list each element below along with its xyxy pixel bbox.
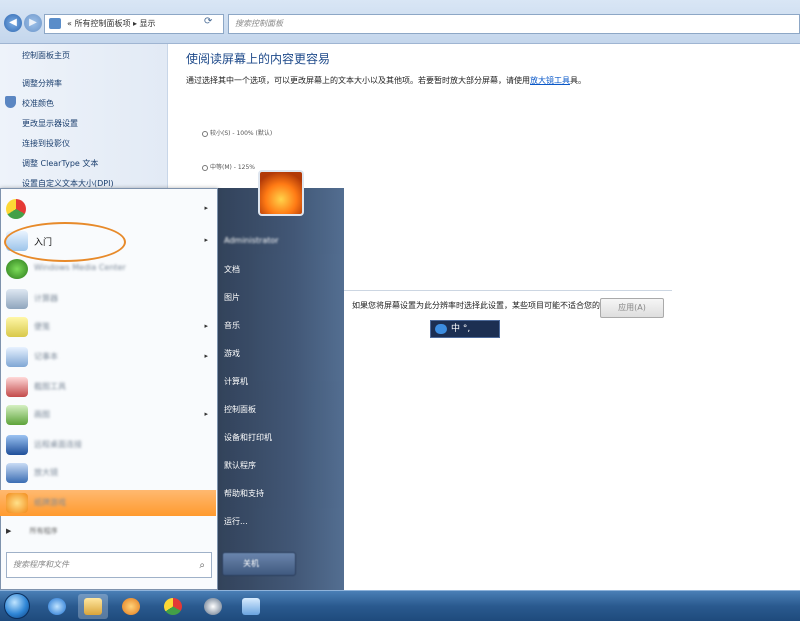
start-item-remote-desktop[interactable]: 远程桌面连接 — [0, 432, 216, 458]
place-documents[interactable]: 文档 — [224, 264, 240, 275]
explorer-icon[interactable] — [78, 594, 108, 619]
submenu-arrow-icon: ▸ — [204, 352, 208, 360]
start-item-0[interactable]: ▸ — [0, 196, 216, 222]
submenu-arrow-icon: ▸ — [204, 204, 208, 212]
breadcrumb[interactable]: « 所有控制面板项 ▸ 显示 — [44, 14, 224, 34]
option-medium[interactable]: 中等(M) - 125% — [202, 162, 255, 171]
submenu-arrow-icon: ▸ — [204, 322, 208, 330]
place-pictures[interactable]: 图片 — [224, 292, 240, 303]
place-games[interactable]: 游戏 — [224, 348, 240, 359]
start-search-input[interactable]: 搜索程序和文件 ⌕ — [6, 552, 212, 578]
warning-text: 如果您将屏幕设置为此分辨率时选择此设置，某些项目可能不适合您的屏幕。 — [352, 301, 624, 310]
media-center-icon — [6, 259, 28, 279]
start-item-sticky-notes[interactable]: 便笺 ▸ — [0, 314, 216, 340]
divider — [342, 290, 672, 291]
start-item-paint[interactable]: 画图 ▸ — [0, 402, 216, 428]
paint-icon — [6, 405, 28, 425]
resolution-link[interactable]: 调整分辨率 — [22, 78, 62, 89]
start-item-calculator[interactable]: 计算器 — [0, 286, 216, 312]
page-title: 使阅读屏幕上的内容更容易 — [186, 52, 331, 66]
place-run[interactable]: 运行... — [224, 516, 248, 527]
remote-desktop-icon — [6, 435, 28, 455]
place-music[interactable]: 音乐 — [224, 320, 240, 331]
ime-bar[interactable]: 中 °, — [430, 320, 500, 338]
search-input[interactable]: 搜索控制面板 — [228, 14, 800, 34]
control-panel-icon — [49, 18, 61, 29]
magnifier-icon — [6, 463, 28, 483]
solitaire-icon — [6, 493, 28, 513]
search-icon: ⌕ — [199, 560, 205, 571]
start-item-snipping-tool[interactable]: 截图工具 — [0, 374, 216, 400]
media-player-icon[interactable] — [116, 594, 146, 619]
start-item-solitaire[interactable]: 纸牌游戏 — [0, 490, 216, 516]
ie-icon[interactable] — [42, 594, 72, 619]
start-item-magnifier[interactable]: 放大镜 — [0, 460, 216, 486]
annotation-circle — [4, 222, 126, 262]
chrome-icon[interactable] — [158, 594, 188, 619]
display-settings-link[interactable]: 更改显示器设置 — [22, 118, 78, 129]
chrome-icon — [6, 199, 26, 219]
start-item-notepad[interactable]: 记事本 ▸ — [0, 344, 216, 370]
place-help-support[interactable]: 帮助和支持 — [224, 488, 264, 499]
apply-button[interactable]: 应用(A) — [600, 298, 664, 318]
breadcrumb-path[interactable]: 所有控制面板项 ▸ 显示 — [74, 19, 155, 28]
option-small[interactable]: 较小(S) - 100% (默认) — [202, 128, 272, 137]
page-description: 通过选择其中一个选项，可以更改屏幕上的文本大小以及其他项。若要暂时放大部分屏幕，… — [186, 76, 586, 85]
arrow-right-icon: ▶ — [6, 527, 12, 535]
magnifier-link[interactable]: 放大镜工具 — [530, 76, 570, 85]
address-bar: ◀ ▶ « 所有控制面板项 ▸ 显示 ⟳ 搜索控制面板 — [0, 0, 800, 44]
cleartype-link[interactable]: 调整 ClearType 文本 — [22, 158, 98, 169]
forward-icon[interactable]: ▶ — [24, 14, 42, 32]
place-user[interactable]: Administrator — [224, 236, 279, 245]
back-icon[interactable]: ◀ — [4, 14, 22, 32]
calculator-icon — [6, 289, 28, 309]
snipping-tool-icon — [6, 377, 28, 397]
calibrate-color-link[interactable]: 校准颜色 — [22, 98, 54, 109]
start-button-icon[interactable] — [4, 593, 30, 619]
shield-icon — [5, 96, 16, 108]
refresh-icon[interactable]: ⟳ — [204, 16, 212, 27]
projector-link[interactable]: 连接到投影仪 — [22, 138, 70, 149]
radio-icon[interactable] — [202, 130, 208, 137]
radio-icon[interactable] — [202, 164, 208, 171]
place-default-programs[interactable]: 默认程序 — [224, 460, 256, 471]
qq-icon[interactable] — [198, 594, 228, 619]
sticky-notes-icon — [6, 317, 28, 337]
submenu-arrow-icon: ▸ — [204, 236, 208, 244]
taskbar — [0, 590, 800, 621]
all-programs[interactable]: ▶ 所有程序 — [6, 526, 58, 536]
shutdown-button[interactable]: 关机 — [222, 552, 296, 576]
start-menu-places: Administrator 文档 图片 音乐 游戏 计算机 控制面板 设备和打印… — [218, 188, 344, 590]
breadcrumb-prefix: « — [67, 19, 72, 28]
place-computer[interactable]: 计算机 — [224, 376, 248, 387]
notepad-icon — [6, 347, 28, 367]
control-panel-home-link[interactable]: 控制面板主页 — [22, 50, 70, 61]
main-content: 使阅读屏幕上的内容更容易 通过选择其中一个选项，可以更改屏幕上的文本大小以及其他… — [186, 50, 786, 87]
place-devices-printers[interactable]: 设备和打印机 — [224, 432, 272, 443]
submenu-arrow-icon: ▸ — [204, 410, 208, 418]
place-control-panel[interactable]: 控制面板 — [224, 404, 256, 415]
network-icon[interactable] — [236, 594, 266, 619]
user-avatar[interactable] — [258, 170, 304, 216]
ime-icon — [435, 324, 447, 334]
start-item-media-center[interactable]: Windows Media Center — [0, 256, 216, 282]
